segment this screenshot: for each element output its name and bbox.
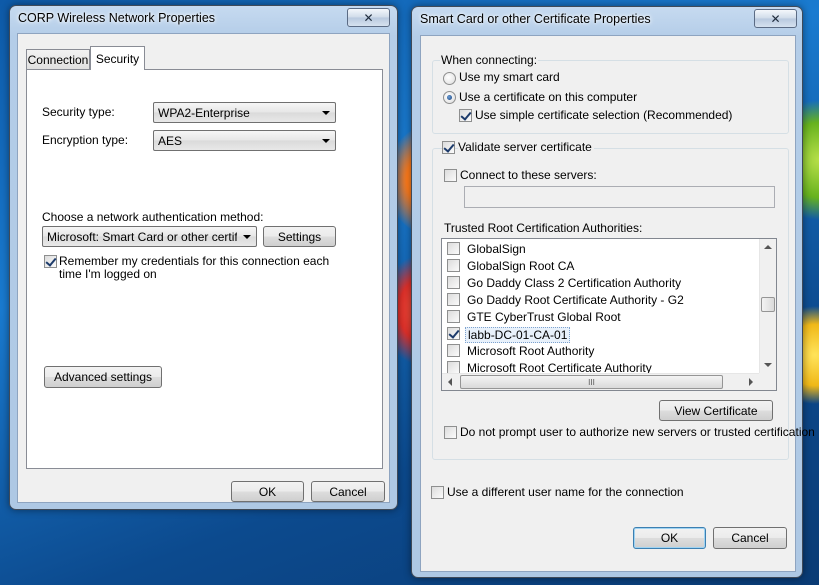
list-item-checkbox[interactable] — [447, 276, 460, 289]
list-item[interactable]: GlobalSign — [442, 240, 758, 257]
encryption-type-dropdown[interactable]: AES — [153, 130, 336, 151]
trusted-root-list[interactable]: GlobalSign GlobalSign Root CA Go Daddy Cla… — [441, 238, 777, 391]
horizontal-scrollbar[interactable]: III — [442, 373, 759, 390]
scroll-down-button[interactable] — [760, 357, 776, 373]
list-item-checkbox[interactable] — [447, 344, 460, 357]
scroll-grip-icon: III — [588, 377, 595, 387]
dialog-client-area: When connecting: Use my smart card Use a… — [420, 35, 815, 572]
security-tab-page: Security type: WPA2-Enterprise Encryptio… — [26, 69, 383, 469]
list-item-label: Go Daddy Root Certificate Authority - G2 — [467, 293, 684, 307]
cancel-button[interactable]: Cancel — [713, 527, 787, 549]
chevron-down-icon — [322, 111, 330, 115]
chevron-down-icon — [322, 139, 330, 143]
horizontal-scroll-thumb[interactable]: III — [460, 375, 723, 389]
list-item-label: Microsoft Root Certificate Authority — [467, 361, 652, 373]
ok-button[interactable]: OK — [231, 481, 304, 502]
security-type-value: WPA2-Enterprise — [158, 106, 250, 120]
close-button[interactable]: ✕ — [754, 9, 797, 28]
list-item[interactable]: Microsoft Root Certificate Authority — [442, 359, 758, 373]
advanced-settings-button[interactable]: Advanced settings — [44, 366, 162, 388]
list-item[interactable]: Microsoft Root Authority — [442, 342, 758, 359]
cancel-button[interactable]: Cancel — [311, 481, 385, 502]
validate-server-checkbox[interactable] — [442, 141, 455, 154]
list-item-label: Microsoft Root Authority — [467, 344, 595, 358]
do-not-prompt-checkbox[interactable] — [444, 426, 457, 439]
close-icon: ✕ — [363, 10, 374, 25]
simple-cert-selection-checkbox[interactable] — [459, 109, 472, 122]
window-title: Smart Card or other Certificate Properti… — [420, 12, 651, 26]
remember-credentials-label-line2: time I'm logged on — [59, 267, 157, 281]
list-item-checkbox[interactable] — [447, 327, 460, 340]
encryption-type-value: AES — [158, 134, 183, 148]
use-smart-card-label: Use my smart card — [459, 70, 560, 84]
list-item-checkbox[interactable] — [447, 259, 460, 272]
vertical-scrollbar[interactable] — [759, 239, 776, 373]
corp-wireless-properties-window: CORP Wireless Network Properties ✕ Conne… — [9, 5, 398, 510]
list-item-label: GlobalSign — [467, 242, 526, 256]
validate-server-label: Validate server certificate — [458, 140, 594, 154]
chevron-left-icon — [448, 378, 452, 386]
ok-button[interactable]: OK — [633, 527, 706, 549]
security-type-dropdown[interactable]: WPA2-Enterprise — [153, 102, 336, 123]
chevron-right-icon — [749, 378, 753, 386]
do-not-prompt-label: Do not prompt user to authorize new serv… — [460, 425, 815, 439]
close-button[interactable]: ✕ — [347, 8, 390, 27]
window-title: CORP Wireless Network Properties — [18, 11, 216, 25]
auth-method-label: Choose a network authentication method: — [42, 210, 264, 224]
list-item-label: Go Daddy Class 2 Certification Authority — [467, 276, 682, 290]
servers-input[interactable] — [464, 186, 775, 208]
list-item-label: GTE CyberTrust Global Root — [467, 310, 621, 324]
remember-credentials-checkbox[interactable] — [44, 255, 57, 268]
dialog-client-area: Connection Security Security type: WPA2-… — [17, 33, 390, 503]
use-certificate-radio[interactable] — [443, 91, 456, 104]
auth-method-value: Microsoft: Smart Card or other certifica… — [47, 230, 237, 244]
simple-cert-selection-label: Use simple certificate selection (Recomm… — [475, 108, 733, 122]
settings-button[interactable]: Settings — [263, 226, 336, 247]
trusted-root-rows: GlobalSign GlobalSign Root CA Go Daddy Cla… — [442, 239, 758, 373]
list-item[interactable]: labb-DC-01-CA-01 — [442, 325, 758, 343]
list-item[interactable]: Go Daddy Root Certificate Authority - G2 — [442, 291, 758, 308]
list-item-checkbox[interactable] — [447, 242, 460, 255]
scroll-thumb[interactable] — [761, 297, 775, 312]
use-smart-card-radio[interactable] — [443, 72, 456, 85]
chevron-down-icon — [764, 363, 772, 367]
connect-to-servers-checkbox[interactable] — [444, 169, 457, 182]
list-item-label: GlobalSign Root CA — [467, 259, 575, 273]
list-item[interactable]: GlobalSign Root CA — [442, 257, 758, 274]
smart-card-properties-window: Smart Card or other Certificate Properti… — [411, 6, 815, 578]
list-item-checkbox[interactable] — [447, 293, 460, 306]
scroll-right-button[interactable] — [743, 374, 759, 390]
scroll-left-button[interactable] — [442, 374, 458, 390]
when-connecting-label: When connecting: — [440, 53, 539, 67]
auth-method-dropdown[interactable]: Microsoft: Smart Card or other certifica… — [42, 226, 257, 247]
list-item-label: labb-DC-01-CA-01 — [465, 327, 571, 343]
connect-to-servers-label: Connect to these servers: — [460, 168, 597, 182]
view-certificate-button[interactable]: View Certificate — [659, 400, 773, 421]
list-item[interactable]: GTE CyberTrust Global Root — [442, 308, 758, 325]
use-certificate-label: Use a certificate on this computer — [459, 90, 638, 104]
chevron-up-icon — [764, 245, 772, 249]
tab-connection[interactable]: Connection — [26, 49, 90, 69]
tab-security[interactable]: Security — [90, 46, 145, 70]
different-user-checkbox[interactable] — [431, 486, 444, 499]
trusted-root-label: Trusted Root Certification Authorities: — [444, 221, 643, 235]
different-user-label: Use a different user name for the connec… — [447, 485, 684, 499]
encryption-type-label: Encryption type: — [42, 133, 129, 147]
security-type-label: Security type: — [42, 105, 115, 119]
chevron-down-icon — [243, 235, 251, 239]
close-icon: ✕ — [770, 11, 781, 26]
remember-credentials-label: Remember my credentials for this connect… — [59, 254, 330, 268]
list-item-checkbox[interactable] — [447, 310, 460, 323]
list-item[interactable]: Go Daddy Class 2 Certification Authority — [442, 274, 758, 291]
scrollbar-corner — [759, 373, 776, 390]
list-item-checkbox[interactable] — [447, 361, 460, 373]
scroll-up-button[interactable] — [760, 239, 776, 255]
